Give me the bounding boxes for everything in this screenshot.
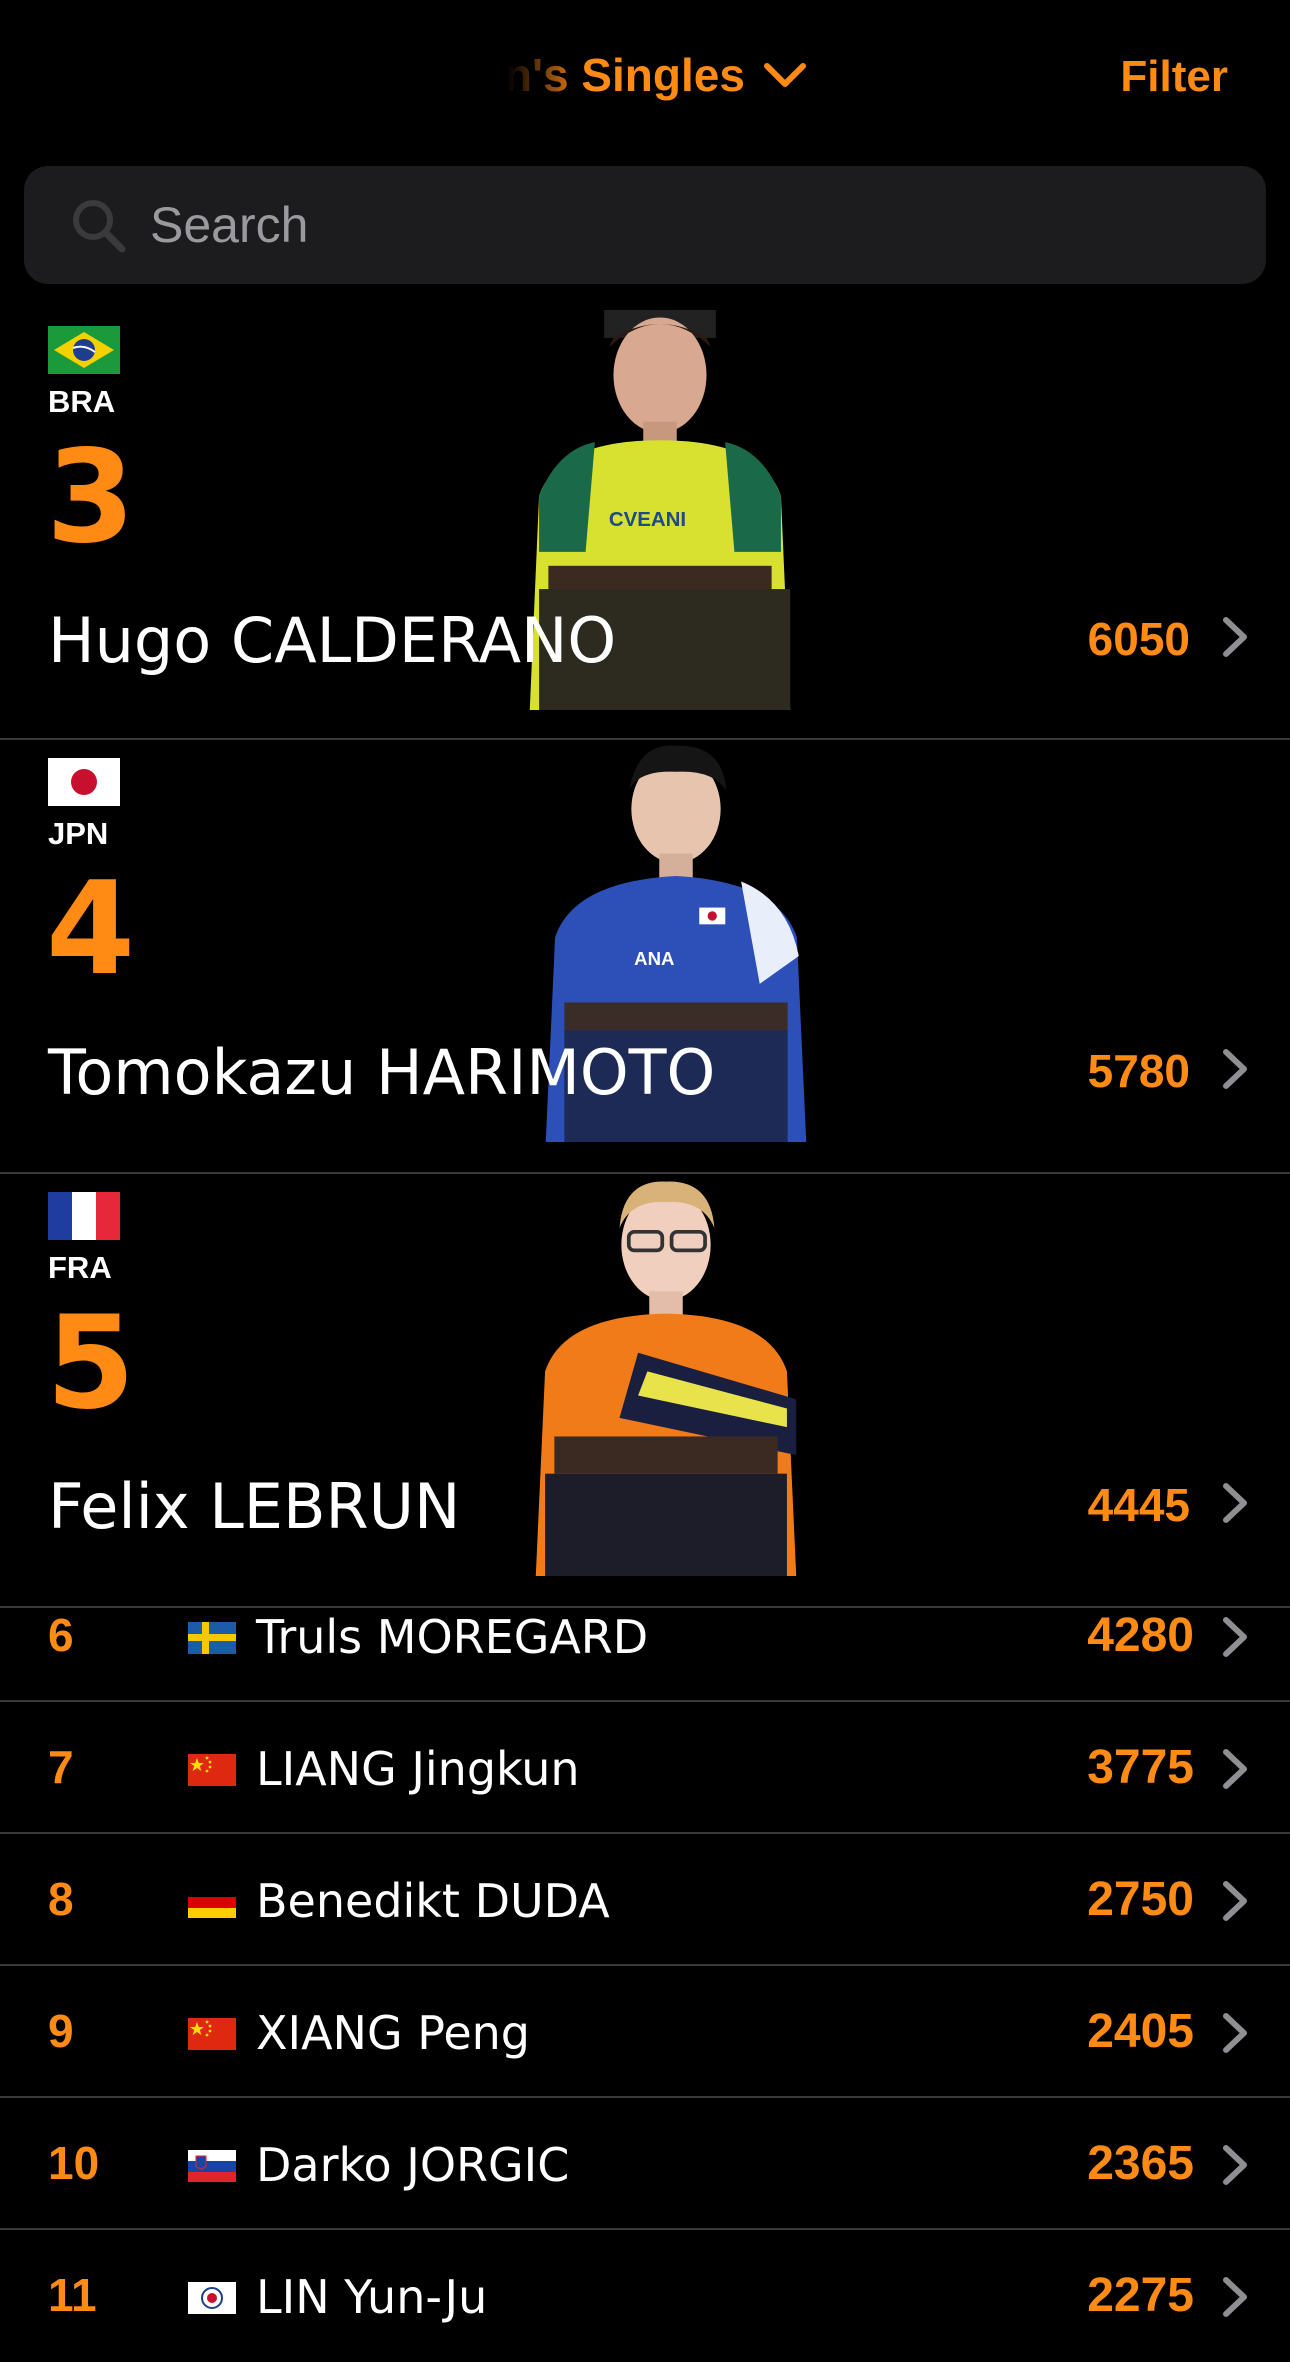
chevron-right-icon (1223, 1617, 1247, 1657)
france-flag-icon (48, 1192, 120, 1240)
country-code: FRA (48, 1250, 112, 1285)
chevron-right-icon (1223, 2277, 1247, 2317)
category-title: Men's Singles (440, 49, 745, 101)
row-rank: 6 (48, 1609, 74, 1661)
chevron-right-icon (1223, 1049, 1247, 1089)
player-points: 6050 (1087, 613, 1190, 665)
chevron-right-icon (1223, 2013, 1247, 2053)
featured-player-card[interactable]: BRA 3 CVEANI Hugo CALDERANO 6050 (0, 308, 1290, 740)
china-flag-icon (188, 1754, 236, 1786)
row-points: 2275 (1087, 2269, 1194, 2322)
svg-text:CVEANI: CVEANI (609, 508, 686, 531)
rank-number: 5 (46, 1289, 136, 1438)
row-rank: 9 (48, 2005, 74, 2057)
row-player-name: LIN Yun-Ju (256, 2270, 488, 2324)
top-bar: Men's Singles Filter (0, 0, 1290, 160)
search-placeholder: Search (150, 197, 309, 253)
ranking-row[interactable]: 6 Truls MOREGARD 4280 (0, 1570, 1290, 1702)
china-flag-icon (188, 2018, 236, 2050)
row-player-name: Truls MOREGARD (256, 1610, 649, 1664)
player-photo (535, 1181, 797, 1576)
row-rank: 10 (48, 2137, 100, 2189)
chinese-taipei-flag-icon (188, 2282, 236, 2314)
ranking-row[interactable]: 7 LIANG Jingkun 3775 (0, 1702, 1290, 1834)
player-name: Felix LEBRUN (48, 1470, 461, 1543)
search-input[interactable]: Search (24, 166, 1266, 284)
ranking-row[interactable]: 9 XIANG Peng 2405 (0, 1966, 1290, 2098)
row-player-name: XIANG Peng (256, 2006, 530, 2060)
row-player-name: Benedikt DUDA (256, 1874, 610, 1928)
brazil-flag-icon (48, 326, 120, 374)
chevron-right-icon (1223, 2145, 1247, 2185)
search-icon (73, 200, 126, 253)
row-points: 3775 (1087, 1741, 1194, 1794)
sweden-flag-icon (188, 1622, 236, 1654)
country-code: JPN (48, 816, 109, 851)
row-points: 2365 (1087, 2137, 1194, 2190)
row-rank: 11 (48, 2269, 97, 2321)
ranking-row[interactable]: 10 Darko JORGIC 2365 (0, 2098, 1290, 2230)
rank-number: 4 (46, 855, 136, 1004)
chevron-right-icon (1223, 617, 1247, 657)
country-code: BRA (48, 384, 116, 419)
chevron-right-icon (1223, 1483, 1247, 1523)
row-rank: 8 (48, 1873, 74, 1925)
row-points: 4280 (1087, 1609, 1194, 1662)
category-selector[interactable]: Men's Singles (440, 48, 807, 102)
rank-number: 3 (46, 423, 136, 572)
row-points: 2750 (1087, 1873, 1194, 1926)
germany-flag-icon (188, 1886, 236, 1918)
player-points: 4445 (1087, 1479, 1190, 1531)
row-rank: 7 (48, 1741, 74, 1793)
filter-button[interactable]: Filter (1120, 52, 1228, 102)
player-name: Hugo CALDERANO (48, 604, 617, 677)
player-points: 5780 (1087, 1045, 1190, 1097)
featured-player-card[interactable]: JPN 4 ANA Tomokazu HARIMOTO 5780 (0, 742, 1290, 1174)
slovenia-flag-icon (188, 2150, 236, 2182)
player-name: Tomokazu HARIMOTO (48, 1036, 716, 1109)
svg-text:ANA: ANA (634, 948, 674, 969)
japan-flag-icon (48, 758, 120, 806)
ranking-row[interactable]: 11 LIN Yun-Ju 2275 (0, 2230, 1290, 2362)
row-points: 2405 (1087, 2005, 1194, 2058)
featured-player-card[interactable]: FRA 5 Felix LEBRUN 4445 (0, 1176, 1290, 1608)
row-player-name: Darko JORGIC (256, 2138, 570, 2192)
chevron-right-icon (1223, 1749, 1247, 1789)
chevron-right-icon (1223, 1881, 1247, 1921)
chevron-down-icon (763, 63, 806, 87)
ranking-row[interactable]: 8 Benedikt DUDA 2750 (0, 1834, 1290, 1966)
row-player-name: LIANG Jingkun (256, 1742, 580, 1796)
